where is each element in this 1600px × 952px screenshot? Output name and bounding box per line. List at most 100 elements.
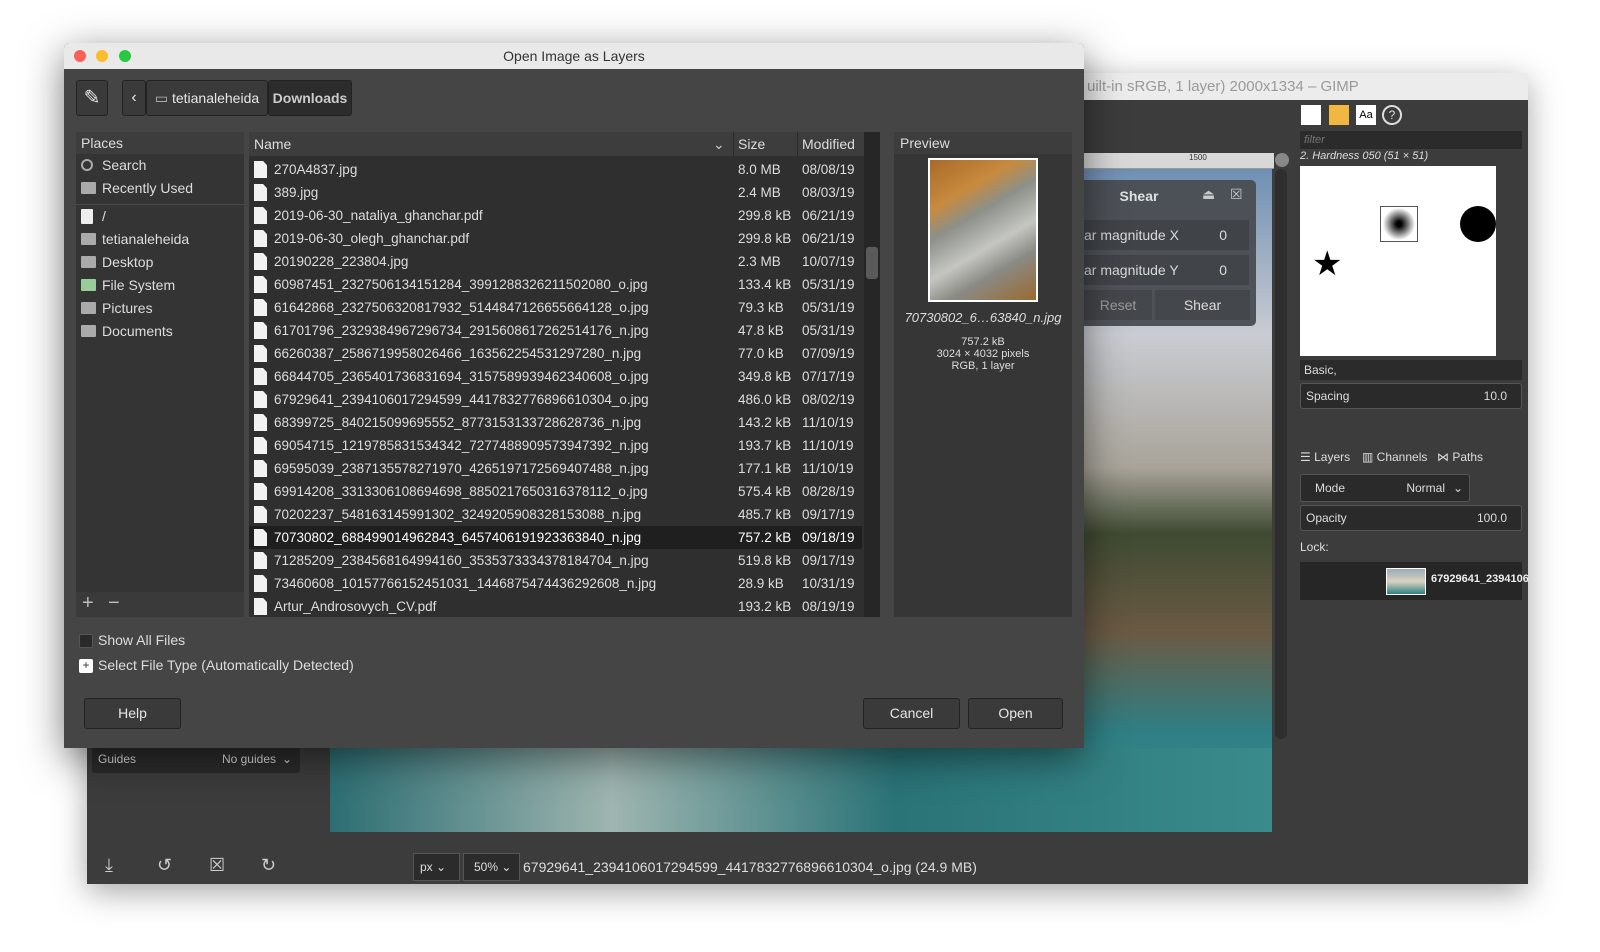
zoom-navigate-icon[interactable] (1275, 153, 1289, 167)
patterns-tab-icon[interactable] (1329, 105, 1349, 125)
tab-paths[interactable]: ⋈ Paths (1437, 445, 1483, 469)
brush-star[interactable]: ★ (1312, 244, 1342, 284)
brush-tag-field[interactable]: Basic, (1300, 360, 1522, 380)
place-desktop[interactable]: Desktop (76, 251, 244, 274)
file-row[interactable]: 61642868_2327506320817932_51448471266556… (249, 296, 862, 319)
brushes-tab-icon[interactable] (1301, 105, 1321, 125)
show-all-files-checkbox[interactable] (79, 634, 93, 648)
shear-y-value: 0 (1219, 262, 1227, 278)
scrollbar-thumb[interactable] (866, 247, 878, 279)
layer-row[interactable]: 67929641_2394106 (1300, 562, 1529, 600)
place-root[interactable]: / (76, 205, 244, 228)
file-modified: 06/21/19 (802, 231, 855, 246)
help-button[interactable]: Help (84, 698, 181, 729)
path-downloads[interactable]: Downloads (268, 80, 352, 116)
folder-icon (81, 325, 96, 337)
back-button[interactable]: ‹ (122, 80, 146, 116)
file-type-expander[interactable]: Select File Type (Automatically Detected… (98, 657, 354, 673)
fonts-tab-icon[interactable]: Aa (1356, 105, 1376, 125)
image-canvas-bottom[interactable] (330, 748, 1272, 832)
brush-grid[interactable]: ★ (1300, 166, 1496, 356)
add-place-icon[interactable]: + (82, 592, 94, 615)
opacity-field[interactable]: Opacity 100.0 (1300, 505, 1522, 531)
ruler-label: 1500 (1189, 153, 1207, 162)
show-all-files-label[interactable]: Show All Files (98, 632, 185, 648)
file-row[interactable]: 69595039_2387135578271970_42651971725694… (249, 457, 862, 480)
help-icon[interactable]: ? (1382, 105, 1402, 125)
file-row[interactable]: 2019-06-30_olegh_ghanchar.pdf 299.8 kB 06/… (249, 227, 862, 250)
brush-name: 2. Hardness 050 (51 × 51) (1300, 150, 1429, 162)
file-row[interactable]: 73460608_10157766152451031_1446875474436… (249, 572, 862, 595)
file-size: 193.2 kB (738, 599, 792, 614)
cancel-button[interactable]: Cancel (863, 698, 960, 729)
file-row[interactable]: 270A4837.jpg 8.0 MB 08/08/19 (249, 158, 862, 181)
file-row[interactable]: 71285209_2384568164994160_35353733343781… (249, 549, 862, 572)
shear-button[interactable]: Shear (1155, 290, 1250, 320)
save-icon[interactable]: ⤓ (105, 855, 113, 876)
vertical-scrollbar[interactable] (1275, 169, 1287, 739)
file-name: 70202237_548163145991302_324920590832815… (274, 507, 642, 522)
shear-y-field[interactable]: ar magnitude Y 0 (1084, 255, 1249, 285)
spacing-field[interactable]: Spacing 10.0 (1300, 383, 1522, 409)
file-row[interactable]: 67929641_2394106017294599_44178327768966… (249, 388, 862, 411)
remove-place-icon[interactable]: − (108, 592, 120, 615)
file-row[interactable]: 69054715_1219785831534342_72774889095739… (249, 434, 862, 457)
file-row[interactable]: Artur_Androsovych_CV.pdf 193.2 kB 08/19/19 (249, 595, 862, 617)
place-home[interactable]: tetianaleheida (76, 228, 244, 251)
undo-icon[interactable]: ↺ (157, 855, 172, 876)
file-row[interactable]: 20190228_223804.jpg 2.3 MB 10/07/19 (249, 250, 862, 273)
file-row[interactable]: 389.jpg 2.4 MB 08/03/19 (249, 181, 862, 204)
close-icon[interactable]: ☒ (1230, 186, 1243, 203)
maximize-window-button[interactable] (119, 50, 131, 62)
opacity-value: 100.0 (1476, 511, 1507, 525)
place-pictures[interactable]: Pictures (76, 297, 244, 320)
place-documents[interactable]: Documents (76, 320, 244, 343)
file-row[interactable]: 66260387_2586719958026466_16356225453129… (249, 342, 862, 365)
eject-icon[interactable]: ⏏ (1202, 186, 1215, 203)
file-row[interactable]: 70202237_548163145991302_324920590832815… (249, 503, 862, 526)
file-row[interactable]: 66844705_2365401736831694_31575899394623… (249, 365, 862, 388)
file-list-header: Name ⌄ Size Modified (249, 132, 880, 156)
file-list-scrollbar[interactable] (864, 132, 880, 617)
unit-select[interactable]: px ⌄ (413, 853, 460, 881)
brush-hard[interactable] (1460, 206, 1496, 242)
tab-channels[interactable]: ▥ Channels (1362, 445, 1427, 469)
column-name[interactable]: Name (254, 132, 291, 156)
place-recently-used[interactable]: Recently Used (76, 177, 244, 200)
file-row[interactable]: 70730802_688499014962843_645740619192336… (249, 526, 862, 549)
selected-brush[interactable] (1380, 206, 1418, 242)
file-rows: 270A4837.jpg 8.0 MB 08/08/19 389.jpg 2.4 MB 0… (249, 158, 862, 617)
tab-paths-label: Paths (1452, 450, 1484, 464)
open-button[interactable]: Open (968, 698, 1063, 729)
open-image-dialog: Open Image as Layers ✎ ‹ ▭ tetianaleheid… (64, 43, 1084, 748)
expander-plus-icon[interactable]: + (79, 659, 93, 673)
column-size[interactable]: Size (738, 132, 765, 156)
file-name: 68399725_840215099695552_877315313372862… (274, 415, 642, 430)
minimize-window-button[interactable] (96, 50, 108, 62)
path-tetianaleheida[interactable]: ▭ tetianaleheida (146, 80, 268, 116)
close-window-button[interactable] (74, 50, 86, 62)
delete-icon[interactable]: ☒ (209, 855, 225, 876)
dialog-title: Open Image as Layers (64, 43, 1084, 69)
file-row[interactable]: 2019-06-30_nataliya_ghanchar.pdf 299.8 kB… (249, 204, 862, 227)
file-row[interactable]: 68399725_840215099695552_877315313372862… (249, 411, 862, 434)
reset-icon[interactable]: ↻ (261, 855, 276, 876)
type-location-button[interactable]: ✎ (76, 80, 108, 116)
shear-x-field[interactable]: ar magnitude X 0 (1084, 220, 1249, 250)
zoom-select[interactable]: 50% ⌄ (463, 853, 520, 881)
file-row[interactable]: 60987451_2327506134151284_39912883262115… (249, 273, 862, 296)
column-modified[interactable]: Modified (802, 132, 855, 156)
shear-title: Shear (1119, 188, 1159, 204)
file-row[interactable]: 69914208_3313306108694698_88502176503163… (249, 480, 862, 503)
file-name: 20190228_223804.jpg (274, 254, 409, 269)
column-divider (733, 132, 734, 156)
guides-select[interactable]: Guides No guides ⌄ (92, 745, 300, 773)
file-row[interactable]: 61701796_2329384967296734_29156086172625… (249, 319, 862, 342)
sort-chevron-icon[interactable]: ⌄ (713, 132, 725, 156)
filter-input[interactable] (1300, 131, 1522, 149)
reset-button[interactable]: Reset (1084, 290, 1152, 320)
file-icon (254, 437, 267, 454)
place-file-system[interactable]: File System (76, 274, 244, 297)
place-search[interactable]: Search (76, 154, 244, 177)
mode-select[interactable]: Mode Normal ⌄ (1300, 474, 1470, 502)
